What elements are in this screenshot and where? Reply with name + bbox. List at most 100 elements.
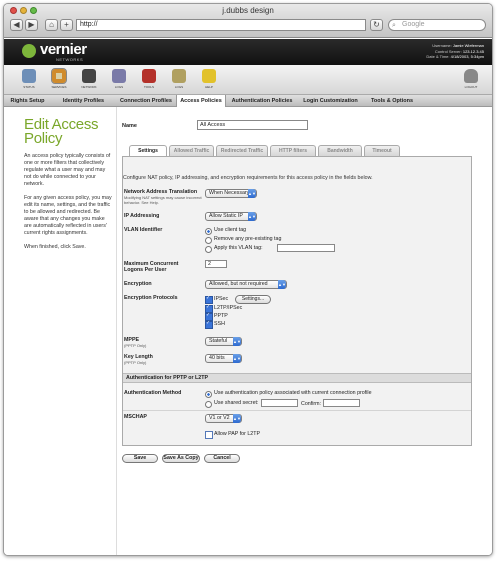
brand-name: vernier [40,41,87,58]
toolbar-tools[interactable]: TOOLS [136,69,162,89]
shared-secret-input[interactable] [261,399,298,407]
search-field[interactable]: ⌕ Google [388,19,486,31]
toolbar-services[interactable]: SERVICES [46,68,72,89]
nav-access-policies[interactable]: Access Policies [176,95,226,107]
toolbar-status-label: STATUS [23,85,35,89]
nav-rights-setup[interactable]: Rights Setup [4,95,51,107]
subtab-bandwidth[interactable]: Bandwidth [318,145,362,156]
help-icon [202,69,216,83]
updown-arrow-icon: ▲▼ [233,337,241,346]
forward-button[interactable]: ▶ [25,19,38,31]
home-icon: ⌂ [49,20,54,29]
intro-text: Configure NAT policy, IP addressing, and… [123,175,373,181]
mppe-sub-text: (PPTP Only) [124,343,147,348]
nav-login-customization[interactable]: Login Customization [298,95,363,107]
subtab-http-filters[interactable]: HTTP filters [270,145,316,156]
logons-label: Maximum Concurrent Logons Per User [124,261,179,273]
status-icon [22,69,36,83]
keylength-label: Key Length (PPTP Only) [124,354,153,365]
protocol-ssh-checkbox[interactable]: SSH [205,320,225,329]
save-as-copy-button[interactable]: Save As Copy [162,454,200,463]
name-label: Name [122,123,137,129]
cancel-button[interactable]: Cancel [204,454,240,463]
auth-section-header: Authentication for PPTP or L2TP [123,373,471,383]
help-text: An access policy typically consists of o… [24,153,112,258]
brand-sub: NETWORKS [56,57,84,62]
nat-label: Network Address Translation Modifying NA… [124,189,202,205]
nav-identity-profiles[interactable]: Identity Profiles [51,95,116,107]
keylength-select-value: 40 bits [209,355,225,361]
icon-toolbar: STATUS SERVICES NETWORK LOGS TOOLS LOGS … [4,65,492,95]
updown-arrow-icon: ▲▼ [248,212,256,221]
mppe-select[interactable]: Stateful ▲▼ [205,337,242,346]
back-button[interactable]: ◀ [10,19,23,31]
main-content: Name All Access Settings Allowed Traffic… [116,107,492,555]
subtab-timeout[interactable]: Timeout [364,145,400,156]
reload-button[interactable]: ↻ [370,19,383,31]
mschap-select[interactable]: V1 or V2 ▲▼ [205,414,242,423]
forward-arrow-icon: ▶ [28,20,35,29]
logout-button[interactable]: LOGOUT [458,69,484,89]
save-button[interactable]: Save [122,454,158,463]
vernier-logo-icon [22,44,36,58]
vlan-apply-tag-radio[interactable]: Apply this VLAN tag: [205,245,263,253]
services-icon [51,68,67,84]
vlan-remove-tag-radio[interactable]: Remove any pre-existing tag [205,236,281,244]
nav-connection-profiles[interactable]: Connection Profiles [116,95,176,107]
protocol-ipsec-checkbox[interactable]: IPSec [205,295,228,304]
confirm-secret-input[interactable] [323,399,360,407]
toolbar-help[interactable]: HELP [196,69,222,89]
auth-use-policy-radio[interactable]: Use authentication policy associated wit… [205,390,372,398]
nav-authentication-policies[interactable]: Authentication Policies [226,95,298,107]
username-value: Jamie Wieferman [452,43,484,48]
username-label: Username: [432,43,452,48]
logout-icon [464,69,478,83]
encryption-select[interactable]: Allowed, but not required ▲▼ [205,280,287,289]
tools-icon [142,69,156,83]
auth-shared-secret-radio[interactable]: Use shared secret: [205,400,258,408]
encryption-label: Encryption [124,281,152,287]
keylength-select[interactable]: 40 bits ▲▼ [205,354,242,363]
vlan-use-client-tag-radio[interactable]: Use client tag [205,227,246,235]
nav-tools-options[interactable]: Tools & Options [363,95,421,107]
ipsec-settings-button[interactable]: Settings... [235,295,271,304]
toolbar-logs[interactable]: LOGS [106,69,132,89]
subtab-redirected-traffic[interactable]: Redirected Traffic [216,145,268,156]
toolbar-network-label: NETWORK [81,85,97,89]
confirm-label: Confirm: [301,401,322,407]
search-placeholder: Google [402,21,425,28]
main-nav: Rights Setup Identity Profiles Connectio… [4,95,492,107]
toolbar-help-label: HELP [205,85,213,89]
name-input[interactable]: All Access [197,120,308,130]
mppe-label: MPPE (PPTP Only) [124,337,146,348]
allow-pap-checkbox[interactable]: Allow PAP for L2TP [205,431,260,439]
mschap-label: MSCHAP [124,414,147,420]
logons-input[interactable]: 2 [205,260,227,268]
address-bar[interactable]: http:// [76,19,366,31]
server-label: Control Server: [434,48,462,54]
toolbar-network[interactable]: NETWORK [76,69,102,89]
nat-help-text: Modifying NAT settings may cause incorre… [124,195,202,205]
toolbar-logs-label: LOGS [114,85,124,89]
add-bookmark-button[interactable]: + [60,19,73,31]
browser-window: j.dubbs design ◀ ▶ ⌂ + http:// ↻ ⌕ Googl… [3,3,493,556]
protocol-pptp-checkbox[interactable]: PPTP [205,312,228,321]
vlan-label: VLAN Identifier [124,227,163,233]
toolbar-logs-2[interactable]: LOGS [166,69,192,89]
protocol-l2tp-ipsec-checkbox[interactable]: L2TP/IPSec [205,304,242,313]
protocols-label: Encryption Protocols [124,295,178,301]
nat-select-value: When Necessary [209,190,250,196]
updown-arrow-icon: ▲▼ [278,280,286,289]
logout-label: LOGOUT [464,85,478,89]
subtab-allowed-traffic[interactable]: Allowed Traffic [169,145,214,156]
help-paragraph: For any given access policy, you may edi… [24,195,112,236]
server-value: 123.12.3.45 [462,48,484,54]
home-button[interactable]: ⌂ [45,19,58,31]
ip-select[interactable]: Allow Static IP ▲▼ [205,212,257,221]
toolbar-status[interactable]: STATUS [16,69,42,89]
vlan-tag-input[interactable] [277,244,335,252]
back-arrow-icon: ◀ [13,20,20,29]
ip-label: IP Addressing [124,213,160,219]
nat-select[interactable]: When Necessary ▲▼ [205,189,257,198]
help-paragraph: An access policy typically consists of o… [24,153,111,187]
